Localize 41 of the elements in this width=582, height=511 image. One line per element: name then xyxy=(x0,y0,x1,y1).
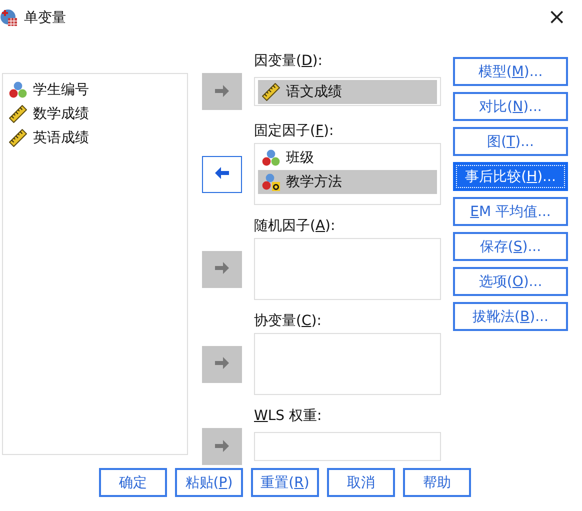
variable-field[interactable]: 语文成绩 xyxy=(254,77,441,106)
variable-item[interactable]: 语文成绩 xyxy=(258,80,437,104)
variable-list[interactable] xyxy=(254,333,441,395)
variable-item[interactable]: 数学成绩 xyxy=(5,102,185,126)
right-arrow-icon xyxy=(214,262,230,276)
right-arrow-icon xyxy=(214,440,230,454)
field-label: 随机因子(A): xyxy=(254,217,336,235)
variable-item[interactable]: 英语成绩 xyxy=(5,126,185,150)
field-label: 协变量(C): xyxy=(254,312,322,330)
variable-item[interactable]: 学生编号 xyxy=(5,78,185,102)
field-label: WLS 权重: xyxy=(254,407,323,425)
variable-list[interactable]: 学生编号 数学成绩 英语成绩 xyxy=(2,73,188,455)
variable-item[interactable]: 班级 xyxy=(258,146,437,170)
dialog-button[interactable]: EM 平均值... xyxy=(453,197,568,226)
dialog-button[interactable]: 取消 xyxy=(327,468,395,497)
dialog-button[interactable]: 对比(N)... xyxy=(453,92,568,121)
left-arrow-icon xyxy=(214,167,230,181)
dialog-button[interactable]: 帮助 xyxy=(403,468,471,497)
field-label: 因变量(D): xyxy=(254,52,324,70)
three-balls-icon xyxy=(9,81,27,99)
dialog-button[interactable]: 确定 xyxy=(99,468,167,497)
variable-field[interactable] xyxy=(254,432,441,461)
right-arrow-icon xyxy=(214,84,230,98)
close-button[interactable]: × xyxy=(544,6,570,30)
dialog-button[interactable]: 保存(S)... xyxy=(453,232,568,261)
move-arrow-button[interactable] xyxy=(202,156,242,192)
right-arrow-icon xyxy=(214,357,230,371)
balls-tag-icon xyxy=(262,173,280,191)
variable-list[interactable]: 班级 教学方法 xyxy=(254,143,441,205)
dialog-button[interactable]: 拔靴法(B)... xyxy=(453,302,568,331)
three-balls-icon xyxy=(262,149,280,167)
dialog-button[interactable]: 选项(O)... xyxy=(453,267,568,296)
dialog-button[interactable]: 事后比较(H)... xyxy=(453,162,568,191)
variable-list[interactable] xyxy=(254,238,441,300)
dialog-button[interactable]: 粘贴(P) xyxy=(175,468,243,497)
window-title: 单变量 xyxy=(24,8,66,26)
field-label: 固定因子(F): xyxy=(254,122,335,140)
dialog-button[interactable]: 图(T)... xyxy=(453,127,568,156)
dialog-button[interactable]: 重置(R) xyxy=(251,468,319,497)
variable-item[interactable]: 教学方法 xyxy=(258,170,437,194)
dialog-button[interactable]: 模型(M)... xyxy=(453,57,568,86)
